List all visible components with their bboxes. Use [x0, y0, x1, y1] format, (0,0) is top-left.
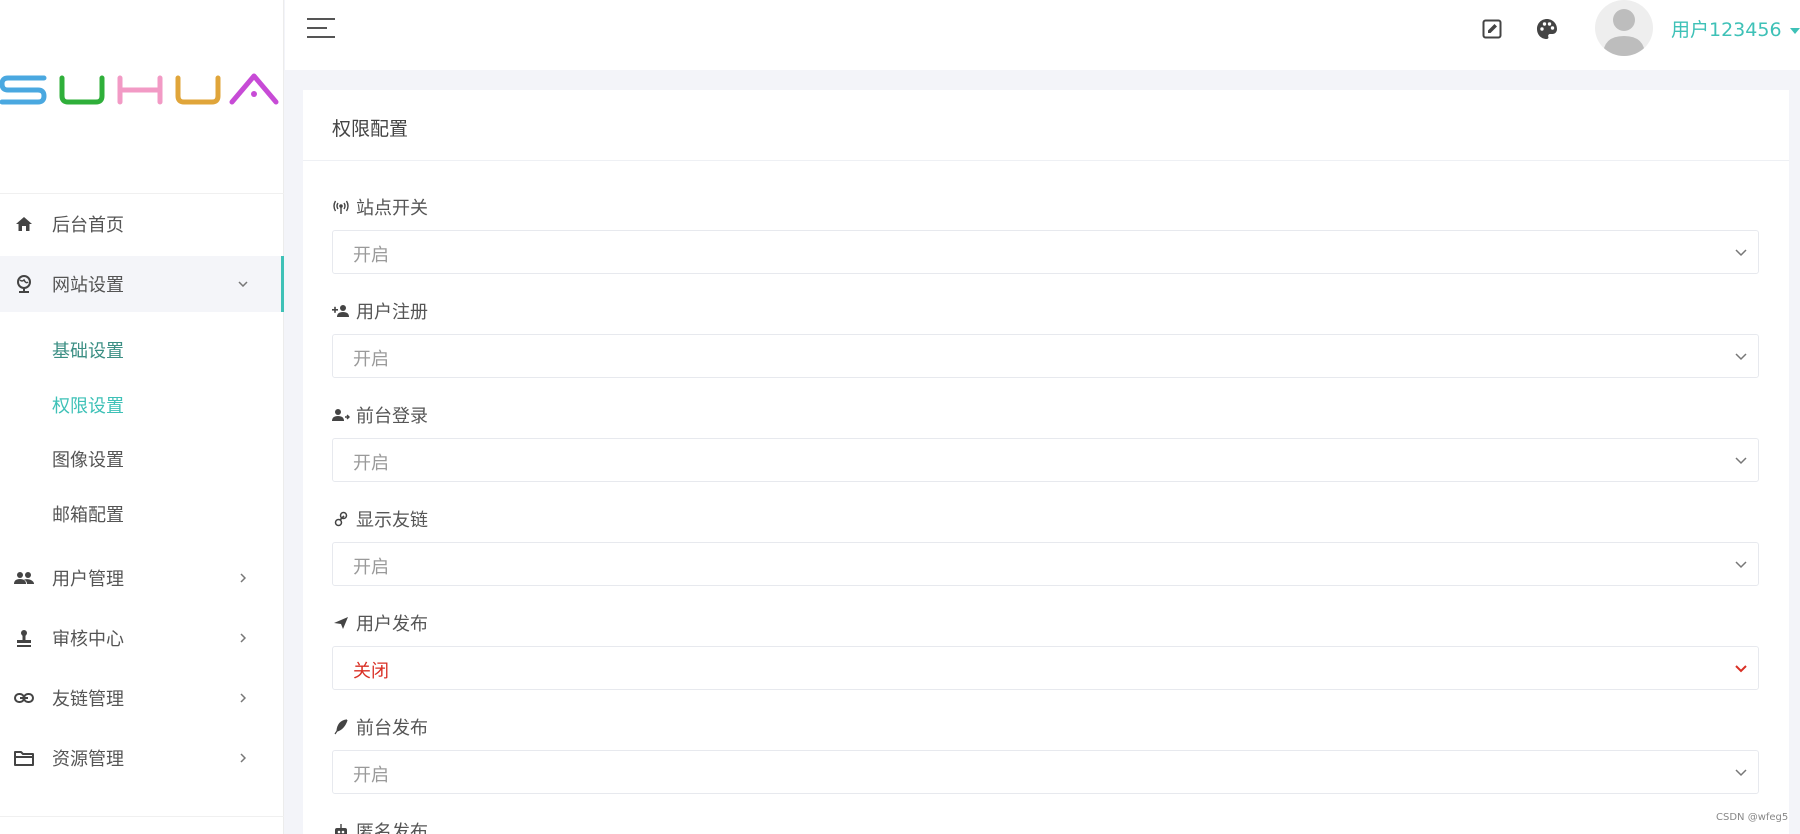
- user-plus-icon: [332, 302, 350, 320]
- robot-icon: [332, 822, 350, 834]
- avatar[interactable]: [1595, 0, 1653, 56]
- sidebar-item-review-center[interactable]: 审核中心: [0, 612, 284, 664]
- select-value: 关闭: [353, 661, 389, 682]
- sidebar-subitem-basic-settings[interactable]: 基础设置: [52, 337, 124, 363]
- feather-icon: [332, 718, 350, 736]
- page-title: 权限配置: [332, 118, 409, 140]
- field-label-user-publish: 用户发布: [332, 610, 428, 636]
- sidebar-item-users[interactable]: 用户管理: [0, 552, 284, 604]
- user-register-select[interactable]: 开启: [332, 334, 1759, 378]
- sidebar-item-label: 后台首页: [52, 215, 124, 236]
- users-icon: [12, 566, 36, 590]
- select-value: 开启: [353, 765, 389, 786]
- sidebar-item-friend-links[interactable]: 友链管理: [0, 672, 284, 724]
- sidebar-item-resources[interactable]: 资源管理: [0, 732, 284, 784]
- site-switch-select[interactable]: 开启: [332, 230, 1759, 274]
- field-label-anonymous-publish: 匿名发布: [332, 818, 428, 834]
- card-divider: [303, 160, 1789, 161]
- menu-toggle-icon[interactable]: [307, 18, 335, 40]
- field-label-user-register: 用户注册: [332, 298, 428, 324]
- select-value: 开启: [353, 557, 389, 578]
- sidebar-subitem-permission-settings[interactable]: 权限设置: [52, 392, 124, 418]
- field-label-front-login: 前台登录: [332, 402, 428, 428]
- sidebar-divider: [0, 816, 284, 817]
- field-label-site-switch: 站点开关: [332, 194, 428, 220]
- user-menu[interactable]: 用户123456: [1671, 15, 1800, 42]
- sidebar-divider: [0, 193, 284, 194]
- watermark: CSDN @wfeg5: [1716, 812, 1789, 823]
- chevron-right-icon: [236, 571, 250, 585]
- sidebar-item-label: 审核中心: [52, 629, 124, 650]
- link-icon: [12, 686, 36, 710]
- user-publish-select[interactable]: 关闭: [332, 646, 1759, 690]
- sidebar-item-label: 用户管理: [52, 569, 124, 590]
- chevron-down-icon: [1735, 457, 1747, 465]
- field-label-front-publish: 前台发布: [332, 714, 428, 740]
- chevron-down-icon: [1735, 561, 1747, 569]
- sidebar-item-label: 友链管理: [52, 689, 124, 710]
- sidebar-item-home[interactable]: 后台首页: [0, 198, 284, 250]
- home-icon: [12, 212, 36, 236]
- chevron-right-icon: [236, 691, 250, 705]
- chevron-down-icon: [1735, 353, 1747, 361]
- chevron-down-icon: [1735, 769, 1747, 777]
- sidebar-subitem-image-settings[interactable]: 图像设置: [52, 446, 124, 472]
- chevron-down-icon: [1735, 665, 1747, 673]
- sidebar-subitem-mail-settings[interactable]: 邮箱配置: [52, 501, 124, 527]
- select-value: 开启: [353, 453, 389, 474]
- select-value: 开启: [353, 245, 389, 266]
- chevron-right-icon: [236, 751, 250, 765]
- permission-config-card: 权限配置 站点开关 开启 用户注册 开启 前台登录 开启 显示友链 开启 用户发…: [303, 90, 1789, 834]
- chevron-right-icon: [236, 631, 250, 645]
- globe-icon: [12, 272, 36, 296]
- logo: [0, 70, 284, 110]
- chevron-down-icon: [236, 277, 250, 291]
- edit-icon[interactable]: [1480, 17, 1504, 41]
- broadcast-icon: [332, 198, 350, 216]
- field-label-show-links: 显示友链: [332, 506, 428, 532]
- username-text: 用户123456: [1671, 19, 1782, 41]
- user-login-icon: [332, 406, 350, 424]
- sidebar-item-website-settings[interactable]: 网站设置: [0, 256, 284, 312]
- folder-icon: [12, 746, 36, 770]
- sidebar-item-label: 资源管理: [52, 749, 124, 770]
- stamp-icon: [12, 626, 36, 650]
- chevron-down-icon: [1735, 249, 1747, 257]
- sidebar: 后台首页 网站设置 基础设置 权限设置 图像设置 邮箱配置 用户管理 审核中心: [0, 0, 284, 834]
- palette-icon[interactable]: [1535, 17, 1559, 41]
- select-value: 开启: [353, 349, 389, 370]
- sidebar-item-label: 网站设置: [52, 275, 124, 296]
- caret-down-icon: [1789, 27, 1800, 34]
- front-login-select[interactable]: 开启: [332, 438, 1759, 482]
- link-icon: [332, 510, 350, 528]
- front-publish-select[interactable]: 开启: [332, 750, 1759, 794]
- show-links-select[interactable]: 开启: [332, 542, 1759, 586]
- send-icon: [332, 614, 350, 632]
- top-bar: 用户123456: [285, 0, 1800, 70]
